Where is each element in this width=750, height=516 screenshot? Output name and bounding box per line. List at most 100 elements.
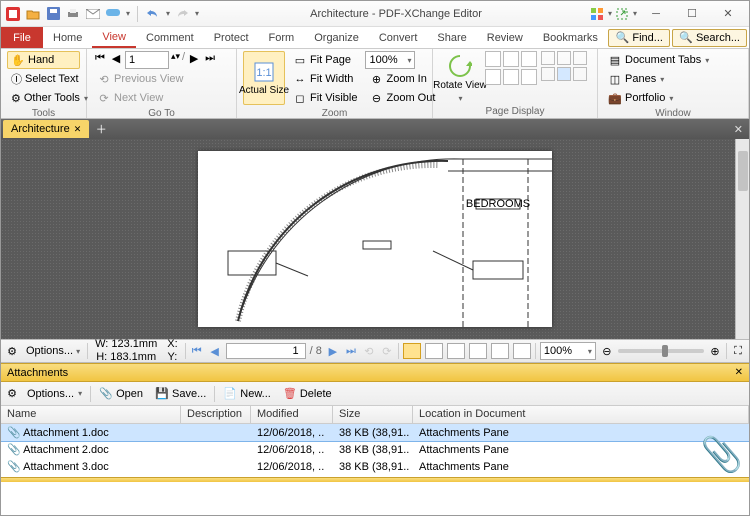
tab-comment[interactable]: Comment [136, 27, 204, 48]
tab-convert[interactable]: Convert [369, 27, 428, 48]
layout-opt-6[interactable] [573, 67, 587, 81]
att-delete-button[interactable]: 🗑Delete [279, 387, 336, 401]
fit-page-button[interactable]: ▭Fit Page [289, 51, 361, 69]
redo-icon[interactable] [174, 6, 190, 22]
search-button[interactable]: 🔍Search... [672, 29, 747, 47]
document-view[interactable]: BEDROOMS [1, 139, 749, 339]
fit-width-button[interactable]: ↔Fit Width [289, 70, 361, 88]
page-input[interactable]: 1 [125, 51, 169, 69]
scan-icon[interactable] [105, 6, 121, 22]
tab-review[interactable]: Review [477, 27, 533, 48]
attachment-row[interactable]: 📎 Attachment 3.doc 12/06/2018, .. 38 KB … [1, 458, 749, 475]
hand-tool-button[interactable]: ✋Hand [7, 51, 80, 69]
sb-prev-icon[interactable]: ◀ [208, 344, 222, 358]
other-tools-button[interactable]: ⚙Other Tools▾ [7, 89, 80, 107]
col-size[interactable]: Size [333, 406, 413, 423]
att-new-button[interactable]: 📄New... [219, 387, 275, 401]
layout-cont[interactable] [425, 343, 443, 359]
svg-text:BEDROOMS: BEDROOMS [466, 198, 530, 210]
undo-icon[interactable] [145, 6, 161, 22]
page-layout-grid[interactable] [485, 51, 537, 85]
maximize-button[interactable]: ☐ [675, 4, 709, 24]
ui-options-icon[interactable] [589, 6, 605, 22]
col-description[interactable]: Description [181, 406, 251, 423]
close-button[interactable]: ✕ [711, 4, 745, 24]
email-icon[interactable] [85, 6, 101, 22]
sb-zoom-dropdown[interactable]: 100%▾ [540, 342, 596, 360]
attachments-close-icon[interactable]: ✕ [735, 367, 743, 378]
attachment-row[interactable]: 📎 Attachment 2.doc 12/06/2018, .. 38 KB … [1, 441, 749, 458]
previous-view-button[interactable]: ⟲Previous View [93, 70, 217, 88]
portfolio-button[interactable]: 💼Portfolio▾ [604, 89, 713, 107]
tab-view[interactable]: View [92, 27, 136, 48]
layout-single[interactable] [403, 343, 421, 359]
layout-opt-1[interactable] [541, 51, 555, 65]
status-options-button[interactable]: Options...▾ [23, 345, 83, 357]
open-icon[interactable] [25, 6, 41, 22]
tabs-icon: ▤ [608, 53, 622, 67]
launch-icon[interactable] [614, 6, 630, 22]
vertical-scrollbar[interactable] [735, 139, 749, 339]
tab-file[interactable]: File [1, 27, 43, 48]
layout-opt-2[interactable] [557, 51, 571, 65]
sb-first-icon[interactable]: ⏮ [190, 344, 204, 358]
tab-share[interactable]: Share [427, 27, 476, 48]
architecture-drawing: BEDROOMS [198, 151, 552, 327]
tab-organize[interactable]: Organize [304, 27, 369, 48]
att-options-gear-icon[interactable]: ⚙ [5, 387, 19, 401]
tabs-close-icon[interactable]: ✕ [728, 123, 749, 136]
attachment-row[interactable]: 📎 Attachment 1.doc 12/06/2018, .. 38 KB … [1, 424, 749, 441]
minimize-button[interactable]: ─ [639, 4, 673, 24]
first-page-icon[interactable]: ⏮ [93, 51, 107, 65]
print-icon[interactable] [65, 6, 81, 22]
rotate-view-button[interactable]: Rotate View▾ [439, 51, 481, 105]
add-tab-button[interactable]: ＋ [93, 121, 109, 137]
sb-next-icon[interactable]: ▶ [326, 344, 340, 358]
find-button[interactable]: 🔍Find... [608, 29, 670, 47]
options-gear-icon[interactable]: ⚙ [5, 344, 19, 358]
panes-button[interactable]: ◫Panes▾ [604, 70, 713, 88]
document-tab[interactable]: Architecture✕ [3, 120, 89, 138]
zoom-in-button[interactable]: ⊕Zoom In [365, 70, 439, 88]
layout-opt-5[interactable] [557, 67, 571, 81]
layout-opt-3[interactable] [573, 51, 587, 65]
tab-form[interactable]: Form [259, 27, 305, 48]
next-view-button[interactable]: ⟳Next View [93, 89, 217, 107]
sb-page-input[interactable]: 1 [226, 343, 306, 359]
layout-two-cont[interactable] [469, 343, 487, 359]
zoom-out-button[interactable]: ⊖Zoom Out [365, 89, 439, 107]
sb-zoom-out-icon[interactable]: ⊖ [600, 344, 614, 358]
zoom-slider[interactable] [618, 349, 704, 353]
save-icon[interactable] [45, 6, 61, 22]
sb-fit-icon[interactable]: ⛶ [731, 344, 745, 358]
layout-wide2[interactable] [513, 343, 531, 359]
att-open-button[interactable]: 📎Open [95, 387, 147, 401]
fit-visible-button[interactable]: ◻Fit Visible [289, 89, 361, 107]
sb-fwd-icon[interactable]: ⟳ [380, 344, 394, 358]
att-save-button[interactable]: 💾Save... [151, 387, 210, 401]
att-options-button[interactable]: Options...▾ [23, 388, 86, 400]
zoom-dropdown[interactable]: 100%▾ [365, 51, 415, 69]
document-tabs-button[interactable]: ▤Document Tabs▾ [604, 51, 713, 69]
layout-opt-4[interactable] [541, 67, 555, 81]
sb-back-icon[interactable]: ⟲ [362, 344, 376, 358]
last-page-icon[interactable]: ⏭ [203, 51, 217, 65]
actual-size-button[interactable]: 1:1Actual Size [243, 51, 285, 105]
sb-last-icon[interactable]: ⏭ [344, 344, 358, 358]
tab-home[interactable]: Home [43, 27, 92, 48]
qat-dropdown-icon[interactable]: ▾ [126, 9, 130, 18]
close-tab-icon[interactable]: ✕ [74, 124, 82, 135]
next-page-icon[interactable]: ▶ [187, 51, 201, 65]
zoom-out-icon: ⊖ [369, 91, 383, 105]
col-location[interactable]: Location in Document [413, 406, 749, 423]
col-modified[interactable]: Modified [251, 406, 333, 423]
tab-protect[interactable]: Protect [204, 27, 259, 48]
col-name[interactable]: Name [1, 406, 181, 423]
paperclip-icon: 📎 [99, 387, 113, 401]
prev-page-icon[interactable]: ◀ [109, 51, 123, 65]
select-text-button[interactable]: ⒾSelect Text [7, 70, 80, 88]
sb-zoom-in-icon[interactable]: ⊕ [708, 344, 722, 358]
layout-wide[interactable] [491, 343, 509, 359]
layout-two[interactable] [447, 343, 465, 359]
tab-bookmarks[interactable]: Bookmarks [533, 27, 608, 48]
